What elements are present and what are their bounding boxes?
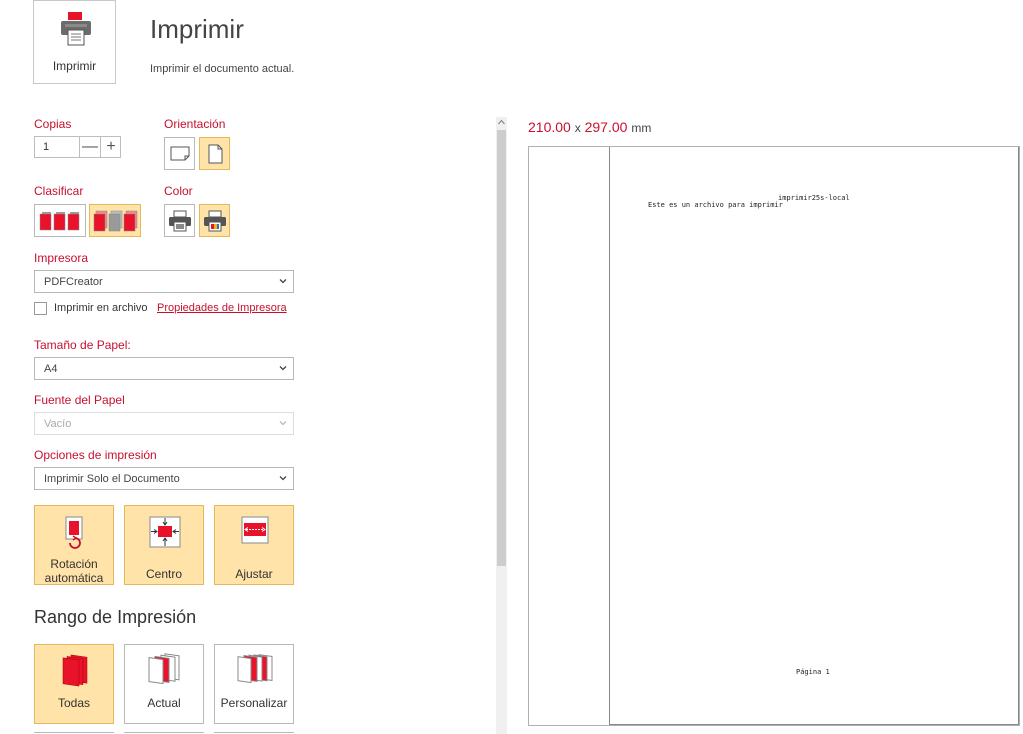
- dimension-unit: mm: [631, 121, 652, 135]
- range-current-button[interactable]: Actual: [124, 644, 204, 724]
- orientation-label: Orientación: [164, 117, 226, 131]
- chevron-down-icon: [279, 421, 287, 426]
- color-printer-icon: [204, 210, 226, 232]
- landscape-icon: [170, 146, 190, 161]
- paper-width: 210.00: [528, 119, 571, 135]
- copies-label: Copias: [34, 117, 72, 131]
- paper-source-value: Vacío: [44, 418, 72, 430]
- print-options-value: Imprimir Solo el Documento: [44, 473, 180, 485]
- range-all-label: Todas: [57, 696, 91, 710]
- paper-source-label: Fuente del Papel: [34, 393, 125, 407]
- decrement-button[interactable]: —: [79, 137, 100, 157]
- fit-label: Ajustar: [235, 567, 273, 581]
- portrait-icon: [208, 144, 223, 164]
- chevron-down-icon: [279, 476, 287, 481]
- range-custom-label: Personalizar: [220, 696, 288, 710]
- copies-stepper[interactable]: 1 — +: [34, 136, 121, 158]
- portrait-button[interactable]: [199, 137, 230, 170]
- print-to-file-label: Imprimir en archivo: [54, 302, 148, 314]
- page-title: Imprimir: [150, 14, 244, 44]
- printer-label: Impresora: [34, 251, 89, 265]
- auto-rotate-label-2: automática: [44, 571, 104, 585]
- collated-button[interactable]: [34, 204, 86, 237]
- fit-icon: [241, 516, 269, 544]
- uncollated-button[interactable]: [89, 204, 141, 237]
- landscape-button[interactable]: [164, 137, 195, 170]
- auto-rotate-button[interactable]: Rotación automática: [34, 505, 114, 585]
- center-icon: [149, 516, 181, 548]
- printer-value: PDFCreator: [44, 276, 103, 288]
- grayscale-printer-icon: [169, 210, 191, 232]
- range-all-button[interactable]: Todas: [34, 644, 114, 724]
- printer-icon: [61, 12, 91, 46]
- print-range-title: Rango de Impresión: [34, 607, 197, 627]
- chevron-down-icon: [279, 279, 287, 284]
- center-label: Centro: [145, 567, 183, 581]
- color-button[interactable]: [199, 204, 230, 237]
- paper-size-label: Tamaño de Papel:: [34, 338, 131, 352]
- collate-label: Clasificar: [34, 184, 84, 198]
- collated-icon: [39, 212, 80, 231]
- printer-select[interactable]: PDFCreator: [34, 270, 294, 293]
- paper-size-select[interactable]: A4: [34, 357, 294, 380]
- range-custom-button[interactable]: Personalizar: [214, 644, 294, 724]
- scroll-up-icon[interactable]: [497, 118, 506, 126]
- copies-value[interactable]: 1: [43, 141, 49, 153]
- paper-height: 297.00: [584, 119, 628, 135]
- color-label: Color: [164, 184, 193, 198]
- paper-source-select[interactable]: Vacío: [34, 412, 294, 435]
- auto-rotate-label-1: Rotación: [50, 557, 98, 571]
- range-current-label: Actual: [147, 696, 181, 710]
- center-button[interactable]: Centro: [124, 505, 204, 585]
- fit-button[interactable]: Ajustar: [214, 505, 294, 585]
- uncollated-icon: [93, 210, 138, 232]
- dimension-separator: x: [574, 121, 581, 135]
- paper-dimensions: 210.00 x 297.00 mm: [528, 119, 651, 135]
- print-options-label: Opciones de impresión: [34, 448, 157, 462]
- chevron-down-icon: [279, 366, 287, 371]
- preview-page: [609, 147, 1019, 725]
- auto-rotate-icon: [65, 516, 83, 549]
- paper-size-value: A4: [44, 363, 58, 375]
- print-button-label: Imprimir: [52, 59, 97, 73]
- print-options-select[interactable]: Imprimir Solo el Documento: [34, 467, 294, 490]
- preview-footer-text: Página 1: [796, 668, 830, 676]
- printer-properties-link[interactable]: Propiedades de Impresora: [157, 302, 287, 314]
- print-to-file-checkbox[interactable]: [34, 302, 47, 315]
- current-page-icon: [148, 653, 180, 685]
- preview-header-text: imprimir25s-local: [778, 194, 850, 202]
- grayscale-button[interactable]: [164, 204, 195, 237]
- preview-body-text: Este es un archivo para imprimir: [648, 201, 783, 209]
- increment-button[interactable]: +: [100, 137, 121, 157]
- page-subtitle: Imprimir el documento actual.: [150, 63, 295, 75]
- all-pages-icon: [62, 654, 88, 687]
- print-button[interactable]: Imprimir: [33, 0, 116, 84]
- scrollbar-thumb[interactable]: [497, 130, 506, 566]
- custom-pages-icon: [237, 654, 273, 684]
